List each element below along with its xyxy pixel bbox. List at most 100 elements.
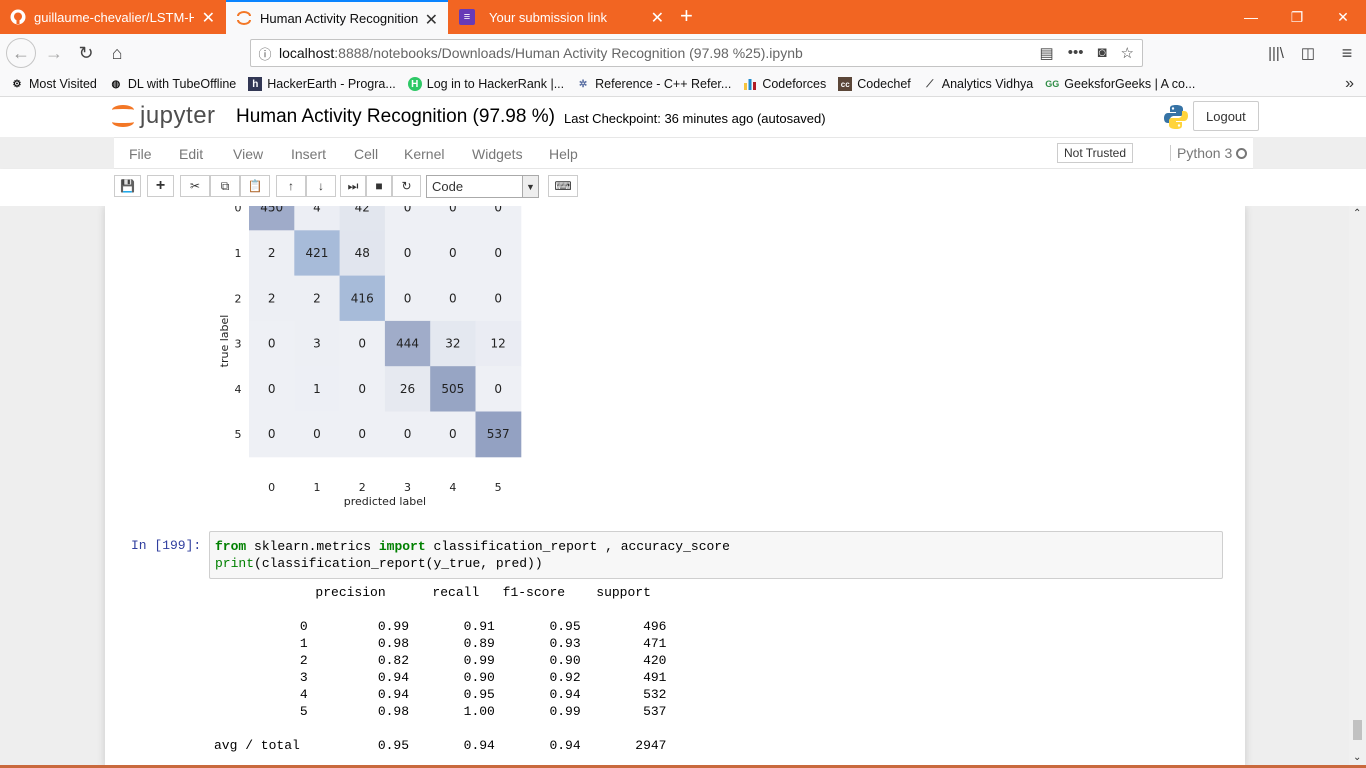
confusion-matrix-plot: 450 4 42 0 0 02 421 48 0 0 02 2 416 0 0 00 3 0 444 32 120 1 0 2… xyxy=(218,206,522,508)
scrollbar[interactable]: ⌃ ⌄ xyxy=(1349,206,1366,768)
heatmap-cell-label: 12 xyxy=(491,337,506,351)
scroll-up-icon[interactable]: ⌃ xyxy=(1353,208,1361,219)
cell-type-select[interactable]: Code ▼ xyxy=(426,175,539,198)
code-cell-input[interactable]: from sklearn.metrics import classificati… xyxy=(209,531,1223,579)
heatmap-cell-label: 444 xyxy=(396,337,419,351)
y-tick-label: 4 xyxy=(235,383,242,396)
menu-help[interactable]: Help xyxy=(549,146,578,162)
url-text[interactable]: localhost:8888/notebooks/Downloads/Human… xyxy=(279,45,803,61)
checkpoint-status: Last Checkpoint: 36 minutes ago (autosav… xyxy=(564,111,826,126)
codechef-icon: cc xyxy=(838,77,853,91)
move-down-icon[interactable]: ↓ xyxy=(306,175,336,197)
bookmark-geeksforgeeks[interactable]: GG GeeksforGeeks | A co... xyxy=(1045,77,1195,91)
jupyter-icon xyxy=(236,10,252,26)
notebook-menubar: File Edit View Insert Cell Kernel Widget… xyxy=(114,137,1253,169)
library-icon[interactable]: |||\ xyxy=(1262,39,1290,67)
bookmark-codeforces[interactable]: Codeforces xyxy=(743,77,826,91)
heatmap-cell-label: 0 xyxy=(268,382,276,396)
x-tick-label: 1 xyxy=(313,481,320,494)
notebook-title[interactable]: Human Activity Recognition (97.98 %) xyxy=(236,106,555,128)
navigation-bar: ← → ↻ ⌂ ⓘ localhost:8888/notebooks/Downl… xyxy=(0,34,1366,72)
menu-kernel[interactable]: Kernel xyxy=(404,146,444,162)
heatmap-cell-label: 0 xyxy=(404,291,412,305)
close-icon[interactable]: ✕ xyxy=(651,8,664,28)
minimize-icon[interactable]: — xyxy=(1228,0,1274,34)
trust-indicator[interactable]: Not Trusted xyxy=(1057,143,1134,163)
bookmark-hackerrank[interactable]: H Log in to HackerRank |... xyxy=(407,77,564,91)
heatmap-cell-label: 0 xyxy=(268,427,276,441)
menu-icon[interactable]: ≡ xyxy=(1333,39,1361,67)
x-axis-label: predicted label xyxy=(344,495,426,508)
forward-icon[interactable]: → xyxy=(40,39,68,67)
sidebar-icon[interactable]: ◫ xyxy=(1294,39,1322,67)
x-tick-label: 2 xyxy=(359,481,366,494)
menu-edit[interactable]: Edit xyxy=(179,146,203,162)
logout-button[interactable]: Logout xyxy=(1193,101,1259,131)
home-icon[interactable]: ⌂ xyxy=(103,39,131,67)
bookmark-hackerearth[interactable]: h HackerEarth - Progra... xyxy=(248,77,396,91)
chevron-right-icon[interactable]: » xyxy=(1345,75,1354,93)
tab-jupyter[interactable]: Human Activity Recognition (9 ✕ xyxy=(226,0,448,34)
bookmark-tubeoffline[interactable]: ◍ DL with TubeOffline xyxy=(109,77,236,91)
run-icon[interactable]: ⏭ xyxy=(340,175,366,197)
menu-cell[interactable]: Cell xyxy=(354,146,378,162)
page-actions-icon[interactable]: ••• xyxy=(1068,44,1084,62)
cut-icon[interactable]: ✂ xyxy=(180,175,210,197)
heatmap-cell-label: 0 xyxy=(449,246,457,260)
y-tick-label: 3 xyxy=(235,338,242,351)
keyboard-icon[interactable]: ⌨ xyxy=(548,175,578,197)
insert-cell-icon[interactable]: + xyxy=(147,175,174,197)
reload-icon[interactable]: ↻ xyxy=(72,39,100,67)
kernel-name: Python 3 xyxy=(1170,145,1232,161)
save-icon[interactable]: 💾 xyxy=(114,175,141,197)
menu-insert[interactable]: Insert xyxy=(291,146,326,162)
heatmap-cell-label: 0 xyxy=(404,206,412,215)
bookmark-cplusplus[interactable]: ✲ Reference - C++ Refer... xyxy=(576,77,731,91)
heatmap-cell-label: 2 xyxy=(268,291,276,305)
bookmark-most-visited[interactable]: ⚙ Most Visited xyxy=(10,77,97,91)
close-icon[interactable]: ✕ xyxy=(425,10,438,30)
new-tab-button[interactable]: + xyxy=(680,4,693,28)
pocket-icon[interactable]: ◙ xyxy=(1097,44,1106,62)
globe-icon: ◍ xyxy=(111,78,121,90)
menu-view[interactable]: View xyxy=(233,146,263,162)
tab-submission[interactable]: ≡ Your submission link ✕ xyxy=(449,0,674,34)
url-bar[interactable]: ⓘ localhost:8888/notebooks/Downloads/Hum… xyxy=(250,39,1143,67)
move-up-icon[interactable]: ↑ xyxy=(276,175,306,197)
back-icon[interactable]: ← xyxy=(6,38,36,68)
menu-widgets[interactable]: Widgets xyxy=(472,146,523,162)
close-window-icon[interactable]: ✕ xyxy=(1320,0,1366,34)
y-tick-label: 0 xyxy=(235,206,242,215)
y-tick-label: 5 xyxy=(235,428,242,441)
heatmap-cell-label: 26 xyxy=(400,382,415,396)
stop-icon[interactable]: ■ xyxy=(366,175,392,197)
info-icon[interactable]: ⓘ xyxy=(251,44,279,63)
tab-github[interactable]: guillaume-chevalier/LSTM-Hu ✕ xyxy=(0,0,225,34)
jupyter-logo[interactable]: jupyter xyxy=(112,101,216,131)
restart-icon[interactable]: ↻ xyxy=(392,175,421,197)
x-tick-label: 3 xyxy=(404,481,411,494)
jupyter-header: jupyter Human Activity Recognition (97.9… xyxy=(0,97,1366,137)
scroll-down-icon[interactable]: ⌄ xyxy=(1353,752,1361,763)
copy-icon[interactable]: ⧉ xyxy=(210,175,240,197)
heatmap-cell-label: 1 xyxy=(313,382,321,396)
bookmark-codechef[interactable]: cc Codechef xyxy=(838,77,911,91)
heatmap-cell-label: 0 xyxy=(404,246,412,260)
menu-file[interactable]: File xyxy=(129,146,152,162)
heatmap-cell-label: 0 xyxy=(494,206,502,215)
close-icon[interactable]: ✕ xyxy=(202,8,215,28)
heatmap-cell-label: 0 xyxy=(404,427,412,441)
reader-view-icon[interactable]: ▤ xyxy=(1040,44,1054,62)
codeforces-icon xyxy=(743,77,757,91)
y-tick-label: 2 xyxy=(235,292,242,305)
bookmark-analytics-vidhya[interactable]: ⟋ Analytics Vidhya xyxy=(923,77,1033,91)
x-tick-label: 4 xyxy=(449,481,456,494)
scroll-thumb[interactable] xyxy=(1353,720,1362,740)
restore-icon[interactable]: ❐ xyxy=(1274,0,1320,34)
heatmap-cell-label: 0 xyxy=(494,291,502,305)
paste-icon[interactable]: 📋 xyxy=(240,175,270,197)
heatmap-cell-label: 0 xyxy=(358,382,366,396)
github-icon xyxy=(10,9,26,25)
heatmap-cell-label: 0 xyxy=(449,427,457,441)
bookmark-star-icon[interactable]: ☆ xyxy=(1121,44,1134,62)
